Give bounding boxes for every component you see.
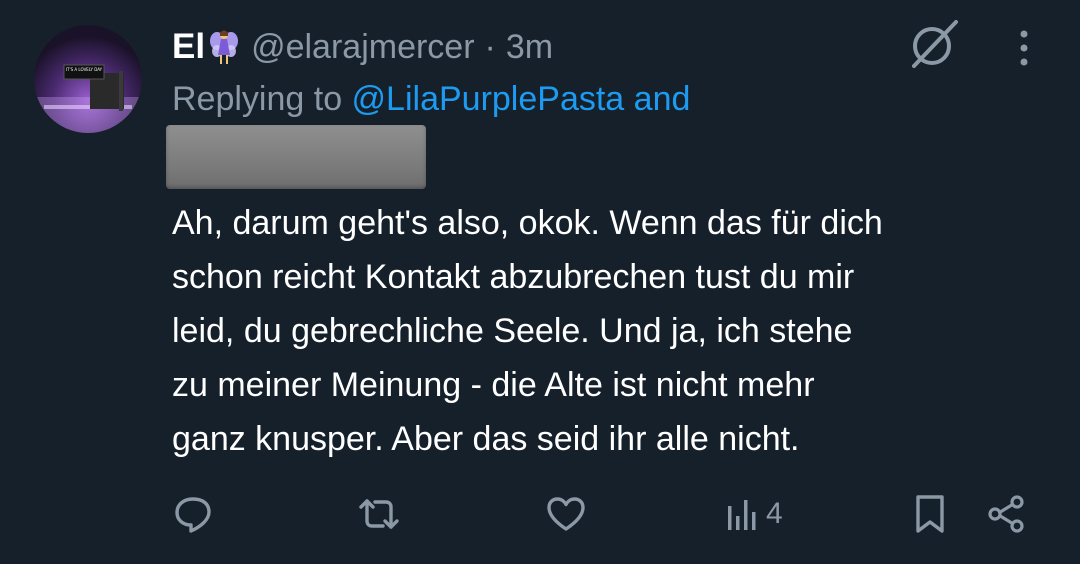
fairy-icon (209, 27, 239, 67)
like-icon (547, 497, 585, 531)
handle[interactable]: @elarajmercer (251, 28, 474, 67)
display-name[interactable]: El (172, 27, 205, 67)
more-options-icon[interactable] (1004, 26, 1044, 70)
redacted-block (166, 125, 426, 189)
tweet[interactable]: IT'S A LOVELY DAY El @elarajmercer · 3m (0, 0, 1080, 564)
views-button[interactable]: 4 (726, 488, 783, 540)
reply-button[interactable] (172, 488, 214, 540)
grok-icon[interactable] (906, 18, 962, 70)
replying-prefix: Replying to (172, 80, 352, 118)
tweet-text-line: ganz knusper. Aber das seid ihr alle nic… (172, 420, 800, 458)
bookmark-button[interactable] (910, 488, 950, 540)
avatar[interactable]: IT'S A LOVELY DAY (34, 25, 142, 133)
tweet-text-line: leid, du gebrechliche Seele. Und ja, ich… (172, 312, 853, 350)
action-bar: 4 (0, 488, 1080, 540)
retweet-button[interactable] (355, 488, 403, 540)
mention-link[interactable]: @LilaPurplePasta (352, 80, 625, 118)
tweet-text-line: Ah, darum geht's also, okok. Wenn das fü… (172, 204, 883, 242)
timestamp[interactable]: 3m (506, 28, 553, 67)
views-count: 4 (766, 497, 783, 530)
tweet-header: El @elarajmercer · 3m (172, 24, 553, 70)
share-icon (988, 495, 1024, 533)
tweet-text: Ah, darum geht's also, okok. Wenn das fü… (172, 196, 1062, 466)
share-button[interactable] (984, 488, 1028, 540)
separator-dot: · (484, 27, 496, 66)
bookmark-icon (916, 495, 944, 533)
retweet-icon (359, 499, 399, 529)
replying-to: Replying to @LilaPurplePasta and (172, 80, 690, 124)
tweet-text-line: zu meiner Meinung - die Alte ist nicht m… (172, 366, 815, 404)
reply-icon (175, 497, 211, 533)
avatar-image: IT'S A LOVELY DAY (34, 25, 142, 133)
like-button[interactable] (544, 488, 588, 540)
replying-suffix[interactable]: and (624, 80, 691, 118)
tweet-text-line: schon reicht Kontakt abzubrechen tust du… (172, 258, 855, 296)
avatar-sign-text: IT'S A LOVELY DAY (66, 67, 103, 72)
views-icon (728, 500, 756, 530)
